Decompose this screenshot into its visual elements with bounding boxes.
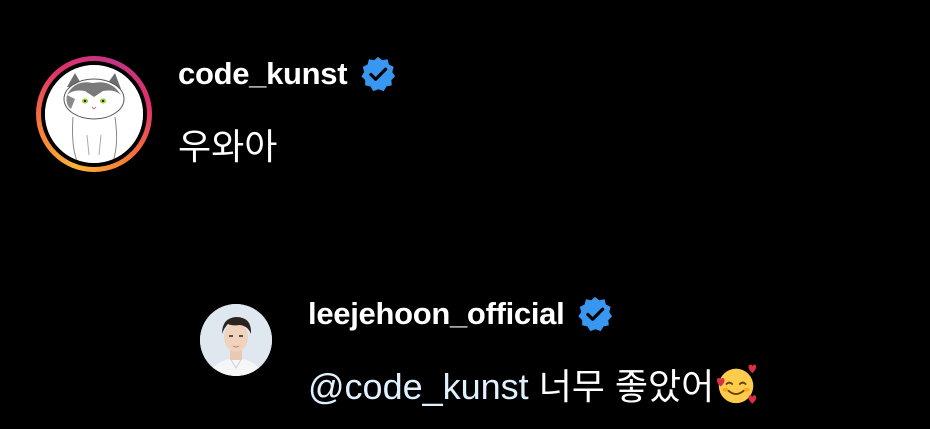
verified-badge-icon — [361, 56, 396, 92]
avatar-story-ring[interactable] — [36, 56, 152, 172]
username-link[interactable]: leejehoon_official — [308, 296, 565, 332]
username-row: code_kunst — [178, 56, 397, 92]
profile-photo-icon — [200, 304, 272, 376]
comment-text: @code_kunst 너무 좋았어 — [308, 358, 760, 410]
username-row: leejehoon_official — [308, 296, 614, 332]
cat-avatar-icon — [45, 65, 143, 163]
verified-badge-icon — [578, 296, 613, 332]
avatar — [45, 65, 143, 163]
mention-link[interactable]: @code_kunst — [308, 366, 529, 407]
username-link[interactable]: code_kunst — [178, 56, 348, 92]
avatar[interactable] — [200, 304, 272, 376]
comment-text: 우와아 — [178, 126, 278, 167]
reply-text: 너무 좋았어 — [528, 366, 715, 407]
smiling-face-with-hearts-emoji-icon — [717, 364, 757, 405]
